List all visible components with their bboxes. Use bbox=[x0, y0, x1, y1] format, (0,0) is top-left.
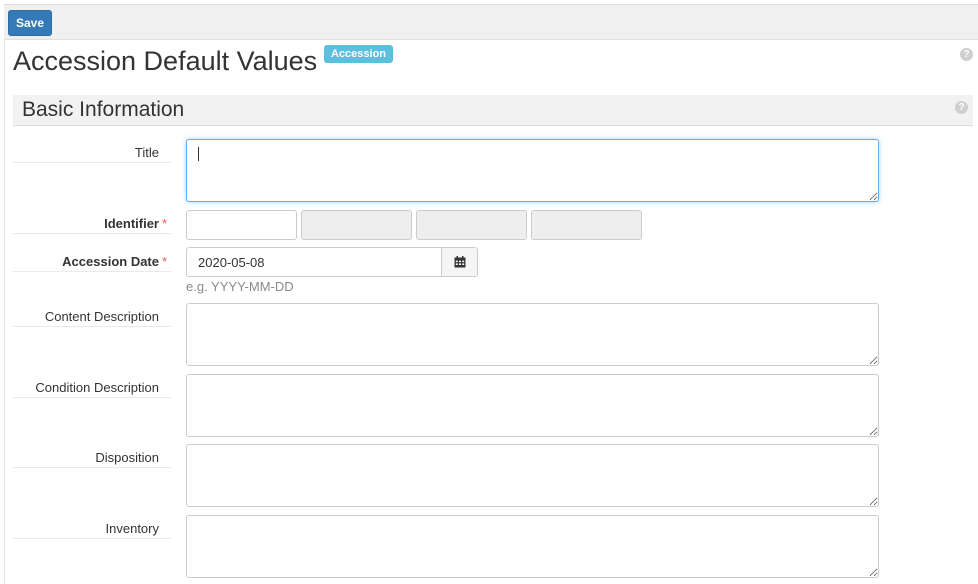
content-description-field[interactable] bbox=[186, 303, 879, 366]
identifier-part-3-input bbox=[416, 210, 527, 240]
title-label: Title bbox=[134, 145, 159, 160]
accession-date-required-mark: * bbox=[162, 254, 168, 269]
frame-divider bbox=[4, 38, 5, 584]
identifier-label: Identifier bbox=[104, 216, 159, 231]
disposition-label: Disposition bbox=[95, 450, 159, 465]
label-divider bbox=[13, 326, 171, 327]
save-button[interactable]: Save bbox=[8, 10, 52, 36]
date-picker-button[interactable] bbox=[441, 247, 478, 277]
section-help-icon[interactable]: ? bbox=[955, 101, 968, 114]
identifier-required-mark: * bbox=[162, 216, 168, 231]
condition-description-label: Condition Description bbox=[35, 380, 159, 395]
title-field[interactable] bbox=[186, 139, 879, 202]
page-help-icon[interactable]: ? bbox=[960, 48, 973, 61]
toolbar: Save bbox=[4, 4, 978, 40]
identifier-part-2-input bbox=[301, 210, 412, 240]
label-divider bbox=[13, 162, 171, 163]
accession-date-label: Accession Date bbox=[62, 254, 159, 269]
condition-description-field[interactable] bbox=[186, 374, 879, 437]
label-divider bbox=[13, 538, 171, 539]
date-format-hint: e.g. YYYY-MM-DD bbox=[186, 279, 294, 294]
text-cursor bbox=[198, 147, 199, 161]
record-type-badge: Accession bbox=[324, 45, 394, 63]
accession-date-input[interactable] bbox=[186, 247, 442, 277]
disposition-field[interactable] bbox=[186, 444, 879, 507]
identifier-part-4-input bbox=[531, 210, 642, 240]
content-description-label: Content Description bbox=[44, 309, 159, 324]
page-title: Accession Default Values bbox=[13, 46, 318, 76]
inventory-field[interactable] bbox=[186, 515, 879, 578]
label-divider bbox=[13, 467, 171, 468]
section-header: Basic Information ? bbox=[13, 95, 973, 126]
section-title: Basic Information bbox=[22, 98, 185, 121]
label-divider bbox=[13, 397, 171, 398]
inventory-label: Inventory bbox=[105, 521, 159, 536]
calendar-icon bbox=[454, 256, 465, 268]
label-divider bbox=[13, 233, 171, 234]
label-divider bbox=[13, 271, 171, 272]
identifier-part-1-input[interactable] bbox=[186, 210, 297, 240]
